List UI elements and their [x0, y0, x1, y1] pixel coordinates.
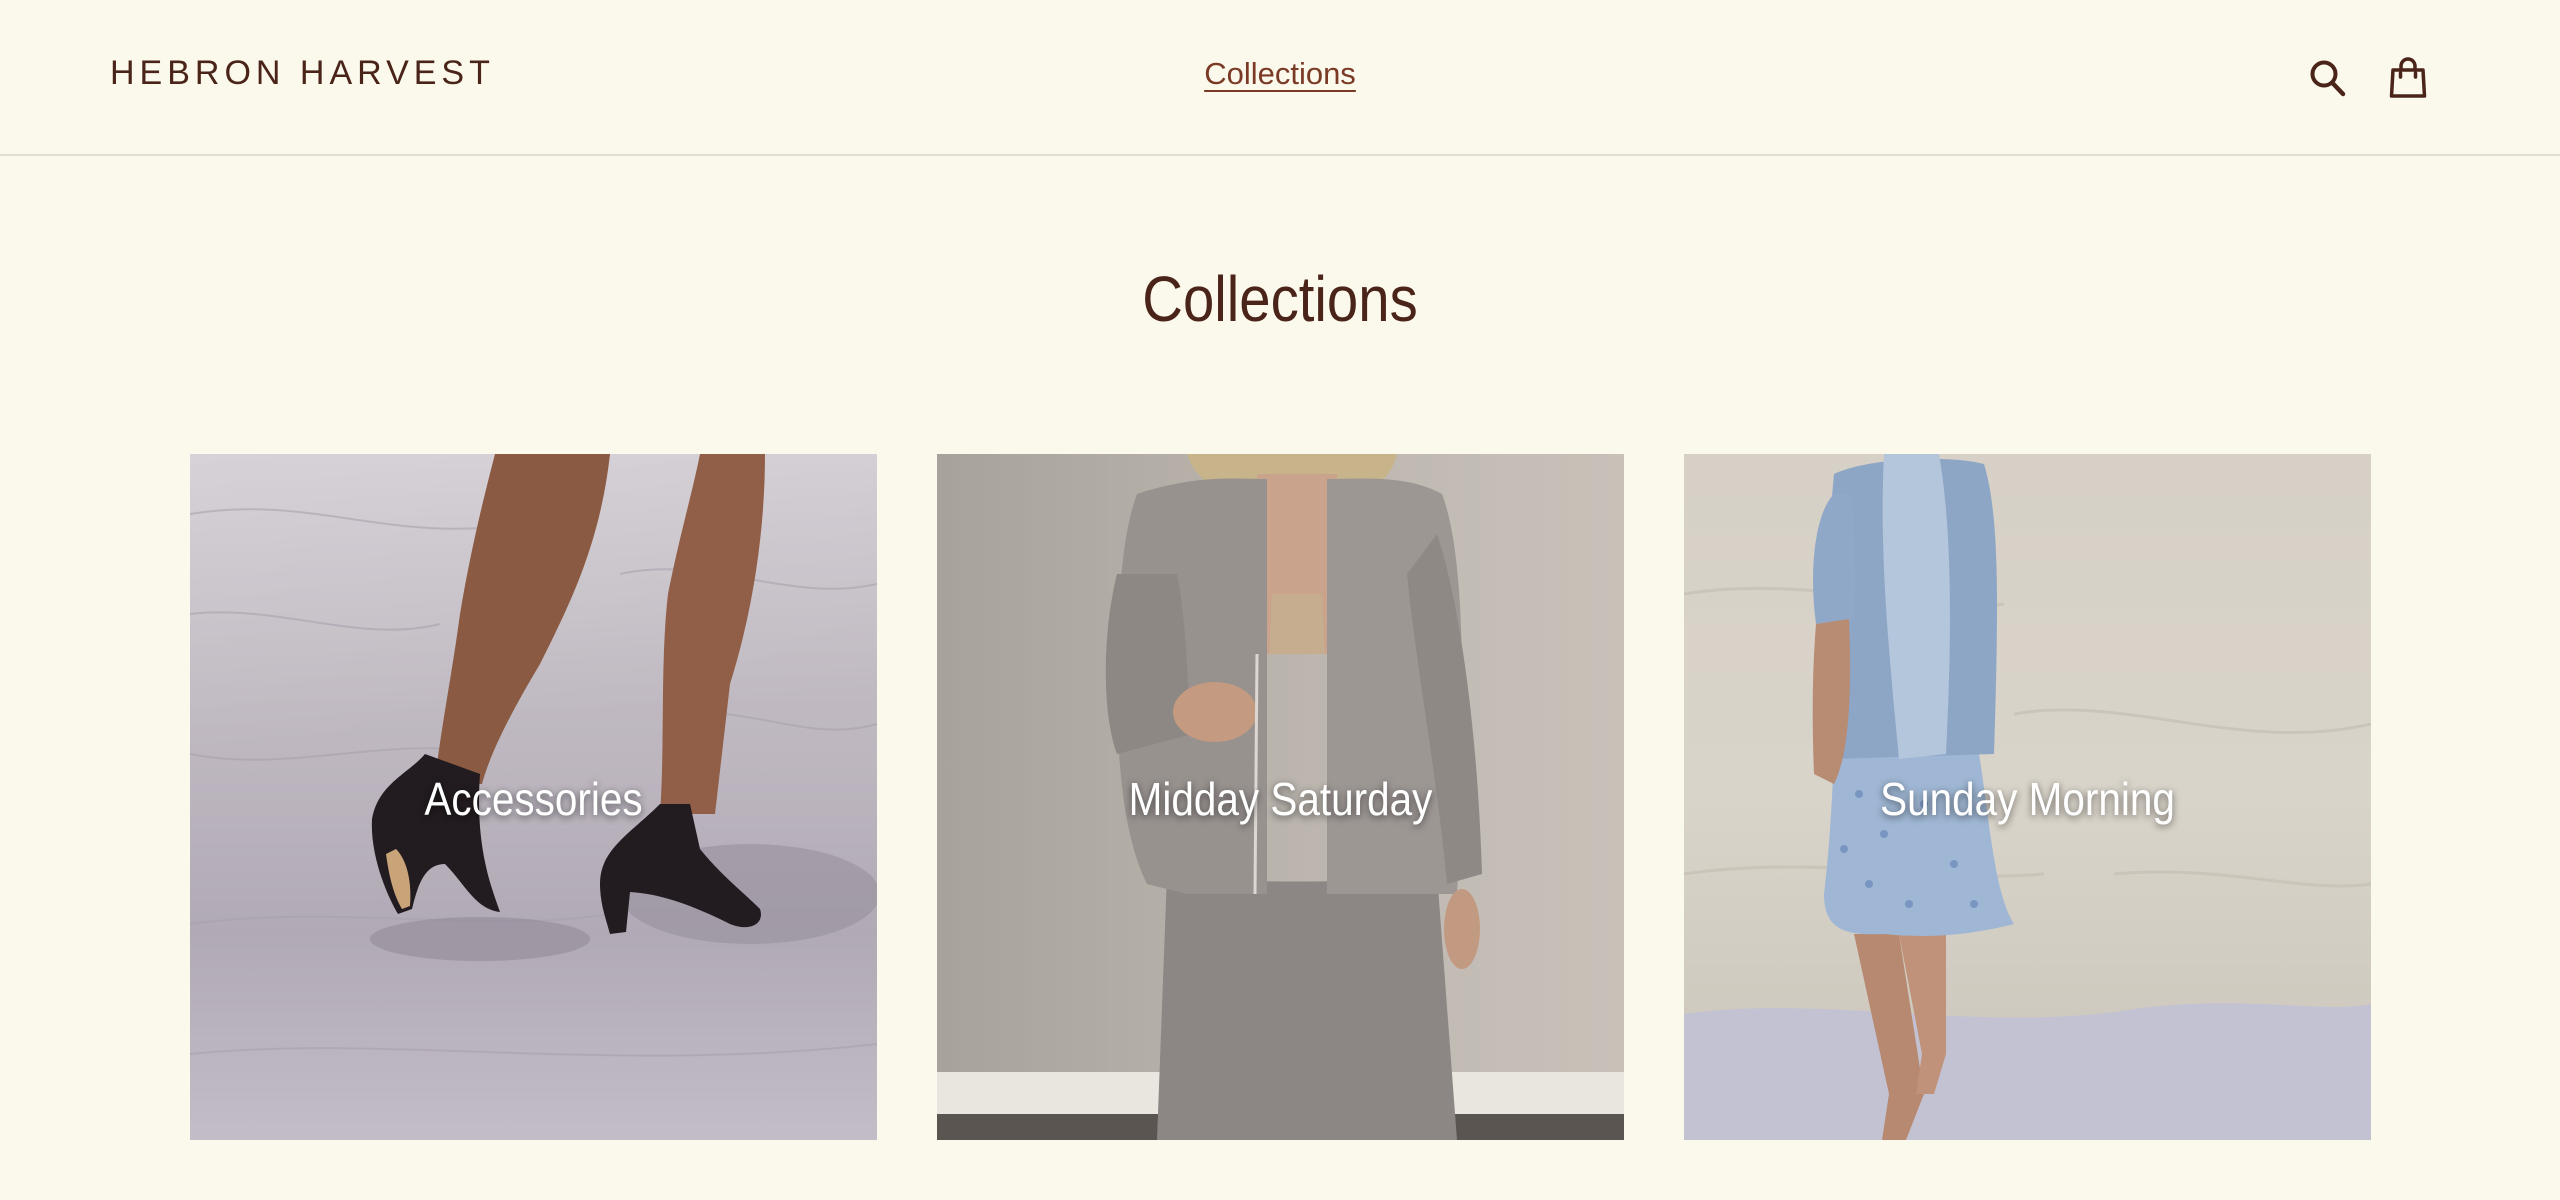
search-icon: [2310, 60, 2346, 97]
collection-card-midday-saturday[interactable]: Midday Saturday: [937, 454, 1624, 1140]
cart-icon: [2389, 57, 2427, 98]
nav-link-collections[interactable]: Collections: [1204, 56, 1356, 91]
collection-card-sunday-morning[interactable]: Sunday Morning: [1684, 454, 2371, 1140]
search-button[interactable]: [2308, 56, 2348, 100]
site-header: HEBRON HARVEST Collections: [0, 0, 2560, 156]
header-icons: [2308, 56, 2428, 100]
collection-grid: Accessories Midday Saturday Sunday Morni…: [190, 454, 2371, 1140]
collection-label-accessories: Accessories: [424, 773, 643, 825]
collection-label-midday-saturday: Midday Saturday: [1128, 773, 1433, 825]
main-nav: Collections: [0, 56, 2560, 92]
collection-label-sunday-morning: Sunday Morning: [1880, 773, 2175, 825]
cart-button[interactable]: [2388, 56, 2428, 100]
page-title: Collections: [1142, 263, 1418, 335]
collection-card-accessories[interactable]: Accessories: [190, 454, 877, 1140]
